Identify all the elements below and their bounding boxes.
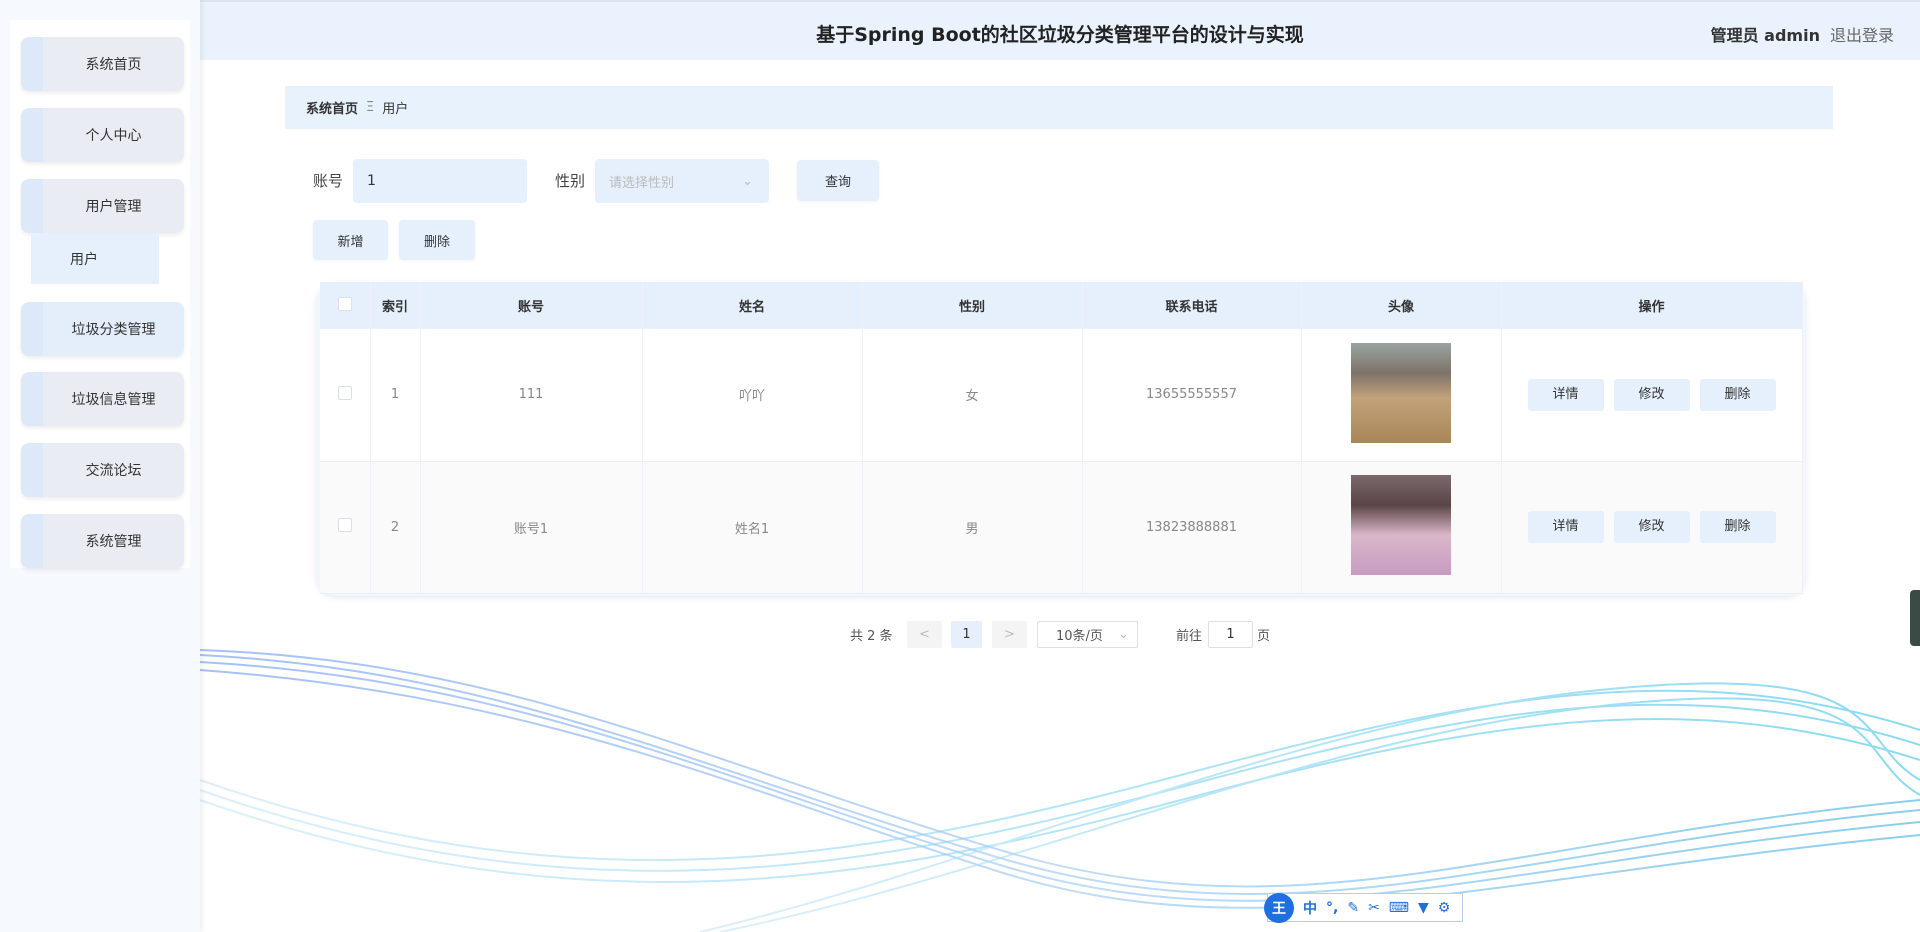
col-name: 姓名 bbox=[642, 282, 863, 329]
skin-icon[interactable]: ▼ bbox=[1418, 900, 1429, 916]
sidebar-subitem-user[interactable]: 用户 bbox=[31, 233, 159, 284]
sidebar-item-garbage-info[interactable]: 垃圾信息管理 bbox=[21, 372, 184, 426]
cell-gender: 女 bbox=[862, 329, 1083, 462]
col-gender: 性别 bbox=[862, 282, 1083, 329]
gender-placeholder: 请选择性别 bbox=[609, 175, 675, 191]
detail-button[interactable]: 详情 bbox=[1527, 511, 1604, 543]
query-button[interactable]: 查询 bbox=[797, 160, 879, 201]
sidebar-item-garbage-category[interactable]: 垃圾分类管理 bbox=[21, 302, 184, 356]
gender-select[interactable]: 请选择性别 ⌄ bbox=[595, 159, 769, 203]
wave-background bbox=[199, 649, 1920, 932]
row-checkbox[interactable] bbox=[337, 518, 352, 532]
user-table: 索引 账号 姓名 性别 联系电话 头像 操作 1 111 吖吖 女 136555… bbox=[316, 282, 1806, 596]
ime-toolbar: 王 中 °, ✎ ✂ ⌨ ▼ ⚙ bbox=[1264, 892, 1463, 923]
page-size-value: 10条/页 bbox=[1056, 629, 1103, 644]
col-avatar: 头像 bbox=[1301, 282, 1502, 329]
sidebar-item-user-management[interactable]: 用户管理 bbox=[21, 179, 184, 233]
user-name: 管理员 admin bbox=[1710, 26, 1820, 45]
pagination-total: 共 2 条 bbox=[850, 629, 893, 644]
goto-page-input[interactable]: 1 bbox=[1208, 621, 1253, 648]
col-phone: 联系电话 bbox=[1082, 282, 1302, 329]
row-delete-button[interactable]: 删除 bbox=[1699, 511, 1776, 543]
logout-link[interactable]: 退出登录 bbox=[1830, 26, 1894, 45]
cell-account: 111 bbox=[420, 329, 643, 462]
ime-punct-toggle[interactable]: °, bbox=[1326, 900, 1338, 916]
next-page-button[interactable]: > bbox=[992, 621, 1027, 648]
sidebar-item-home[interactable]: 系统首页 bbox=[21, 37, 184, 91]
col-account: 账号 bbox=[420, 282, 643, 329]
user-area: 管理员 admin 退出登录 bbox=[1711, 22, 1894, 46]
cell-account: 账号1 bbox=[420, 461, 643, 594]
chevron-down-icon: ⌄ bbox=[1118, 627, 1129, 642]
pen-icon[interactable]: ✎ bbox=[1347, 900, 1359, 916]
breadcrumb-separator: Ξ bbox=[366, 100, 375, 115]
sidebar: 系统首页 个人中心 用户管理 用户 垃圾分类管理 垃圾信息管理 交流论坛 系统管… bbox=[0, 0, 200, 932]
cell-gender: 男 bbox=[862, 461, 1083, 594]
page-size-select[interactable]: 10条/页 ⌄ bbox=[1037, 621, 1138, 648]
detail-button[interactable]: 详情 bbox=[1527, 378, 1604, 411]
gear-icon[interactable]: ⚙ bbox=[1438, 900, 1451, 916]
table-row: 1 111 吖吖 女 13655555557 详情 修改 删除 bbox=[320, 329, 1803, 462]
cell-name: 姓名1 bbox=[642, 461, 863, 594]
select-all-checkbox[interactable] bbox=[337, 296, 352, 311]
page-1-button[interactable]: 1 bbox=[951, 621, 982, 648]
row-delete-button[interactable]: 删除 bbox=[1699, 378, 1776, 411]
col-actions: 操作 bbox=[1501, 282, 1803, 329]
table-header: 索引 账号 姓名 性别 联系电话 头像 操作 bbox=[320, 282, 1803, 329]
scissors-icon[interactable]: ✂ bbox=[1368, 900, 1380, 916]
gender-label: 性别 bbox=[555, 172, 586, 190]
edit-button[interactable]: 修改 bbox=[1613, 511, 1690, 543]
breadcrumb: 系统首页 Ξ 用户 bbox=[285, 86, 1833, 129]
account-input[interactable]: 1 bbox=[353, 159, 527, 203]
ime-lang-toggle[interactable]: 中 bbox=[1303, 898, 1317, 918]
goto-label: 前往 bbox=[1176, 629, 1203, 644]
breadcrumb-home[interactable]: 系统首页 bbox=[306, 98, 358, 117]
ime-logo[interactable]: 王 bbox=[1264, 892, 1294, 923]
side-handle[interactable] bbox=[1910, 590, 1920, 646]
cell-index: 1 bbox=[370, 329, 421, 462]
delete-button[interactable]: 删除 bbox=[399, 220, 475, 260]
avatar bbox=[1351, 342, 1451, 443]
cell-name: 吖吖 bbox=[642, 329, 863, 462]
edit-button[interactable]: 修改 bbox=[1613, 378, 1690, 411]
keyboard-icon[interactable]: ⌨ bbox=[1389, 900, 1409, 916]
page-unit-label: 页 bbox=[1257, 629, 1271, 644]
prev-page-button[interactable]: < bbox=[907, 621, 942, 648]
sidebar-item-forum[interactable]: 交流论坛 bbox=[21, 443, 184, 497]
col-index: 索引 bbox=[370, 282, 421, 329]
row-checkbox[interactable] bbox=[337, 385, 352, 400]
cell-phone: 13655555557 bbox=[1082, 329, 1302, 462]
add-button[interactable]: 新增 bbox=[313, 220, 388, 260]
cell-index: 2 bbox=[370, 461, 421, 594]
cell-phone: 13823888881 bbox=[1082, 461, 1302, 594]
account-label: 账号 bbox=[313, 172, 344, 190]
sidebar-item-profile[interactable]: 个人中心 bbox=[21, 108, 184, 162]
avatar bbox=[1351, 475, 1451, 575]
top-header: 基于Spring Boot的社区垃圾分类管理平台的设计与实现 管理员 admin… bbox=[200, 0, 1920, 60]
chevron-down-icon: ⌄ bbox=[742, 173, 753, 189]
sidebar-item-system[interactable]: 系统管理 bbox=[21, 514, 184, 568]
table-row: 2 账号1 姓名1 男 13823888881 详情 修改 删除 bbox=[320, 461, 1803, 594]
page-title: 基于Spring Boot的社区垃圾分类管理平台的设计与实现 bbox=[816, 24, 1304, 46]
breadcrumb-current: 用户 bbox=[382, 102, 409, 117]
